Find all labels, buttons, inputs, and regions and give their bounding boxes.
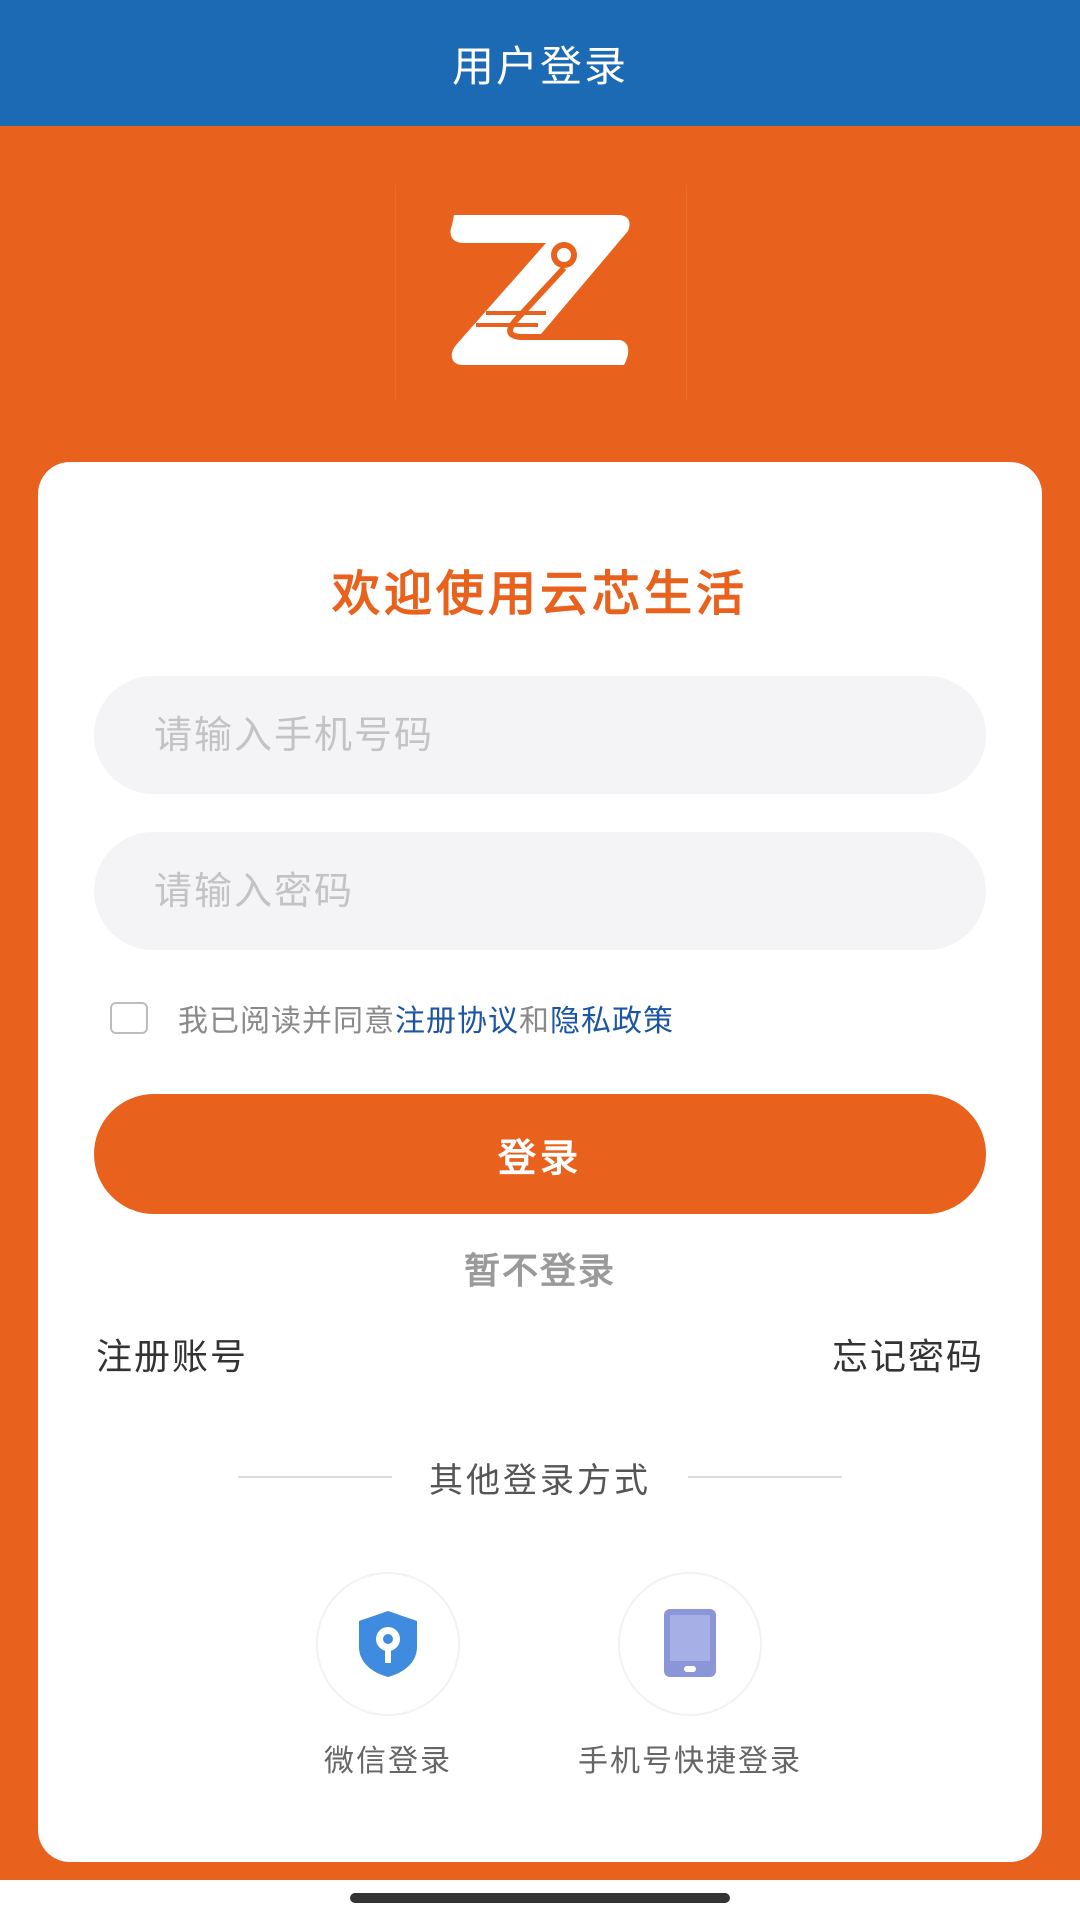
login-button[interactable]: 登录 <box>94 1094 986 1214</box>
password-input[interactable] <box>94 832 986 950</box>
other-methods-label: 其他登录方式 <box>429 1460 651 1501</box>
login-card: 欢迎使用云芯生活 我已阅读并同意 注册协议 和 隐私政策 登录 暂不登录 注册账… <box>38 462 1042 1862</box>
wechat-login-icon-circle[interactable] <box>316 1572 460 1716</box>
welcome-heading: 欢迎使用云芯生活 <box>331 566 748 622</box>
terms-link[interactable]: 注册协议 <box>395 996 519 1040</box>
wechat-login-label[interactable]: 微信登录 <box>238 1736 538 1780</box>
phone-login-icon-circle[interactable] <box>618 1572 762 1716</box>
other-methods-divider: 其他登录方式 <box>238 1452 842 1502</box>
agreement-conjunction: 和 <box>519 1004 550 1039</box>
home-indicator[interactable] <box>350 1893 730 1903</box>
skip-login-link[interactable]: 暂不登录 <box>38 1242 1042 1294</box>
page-title: 用户登录 <box>451 41 628 91</box>
agreement-row: 我已阅读并同意 注册协议 和 隐私政策 <box>110 994 674 1042</box>
wechat-login-option[interactable]: 微信登录 <box>238 1572 538 1780</box>
title-bar: 用户登录 <box>0 0 1080 126</box>
phone-quick-login-label[interactable]: 手机号快捷登录 <box>540 1736 840 1780</box>
phone-icon <box>664 1609 716 1677</box>
agreement-checkbox[interactable] <box>110 1002 148 1034</box>
phone-input[interactable] <box>94 676 986 794</box>
divider-line-right <box>688 1476 842 1478</box>
logo-container <box>395 185 687 400</box>
privacy-link[interactable]: 隐私政策 <box>550 996 674 1040</box>
register-link[interactable]: 注册账号 <box>96 1328 248 1380</box>
agreement-prefix: 我已阅读并同意 <box>178 1004 395 1039</box>
divider-line-left <box>238 1476 392 1478</box>
shield-key-icon <box>359 1611 417 1677</box>
app-logo-icon <box>450 215 630 365</box>
phone-quick-login-option[interactable]: 手机号快捷登录 <box>540 1572 840 1780</box>
forgot-password-link[interactable]: 忘记密码 <box>832 1328 984 1380</box>
